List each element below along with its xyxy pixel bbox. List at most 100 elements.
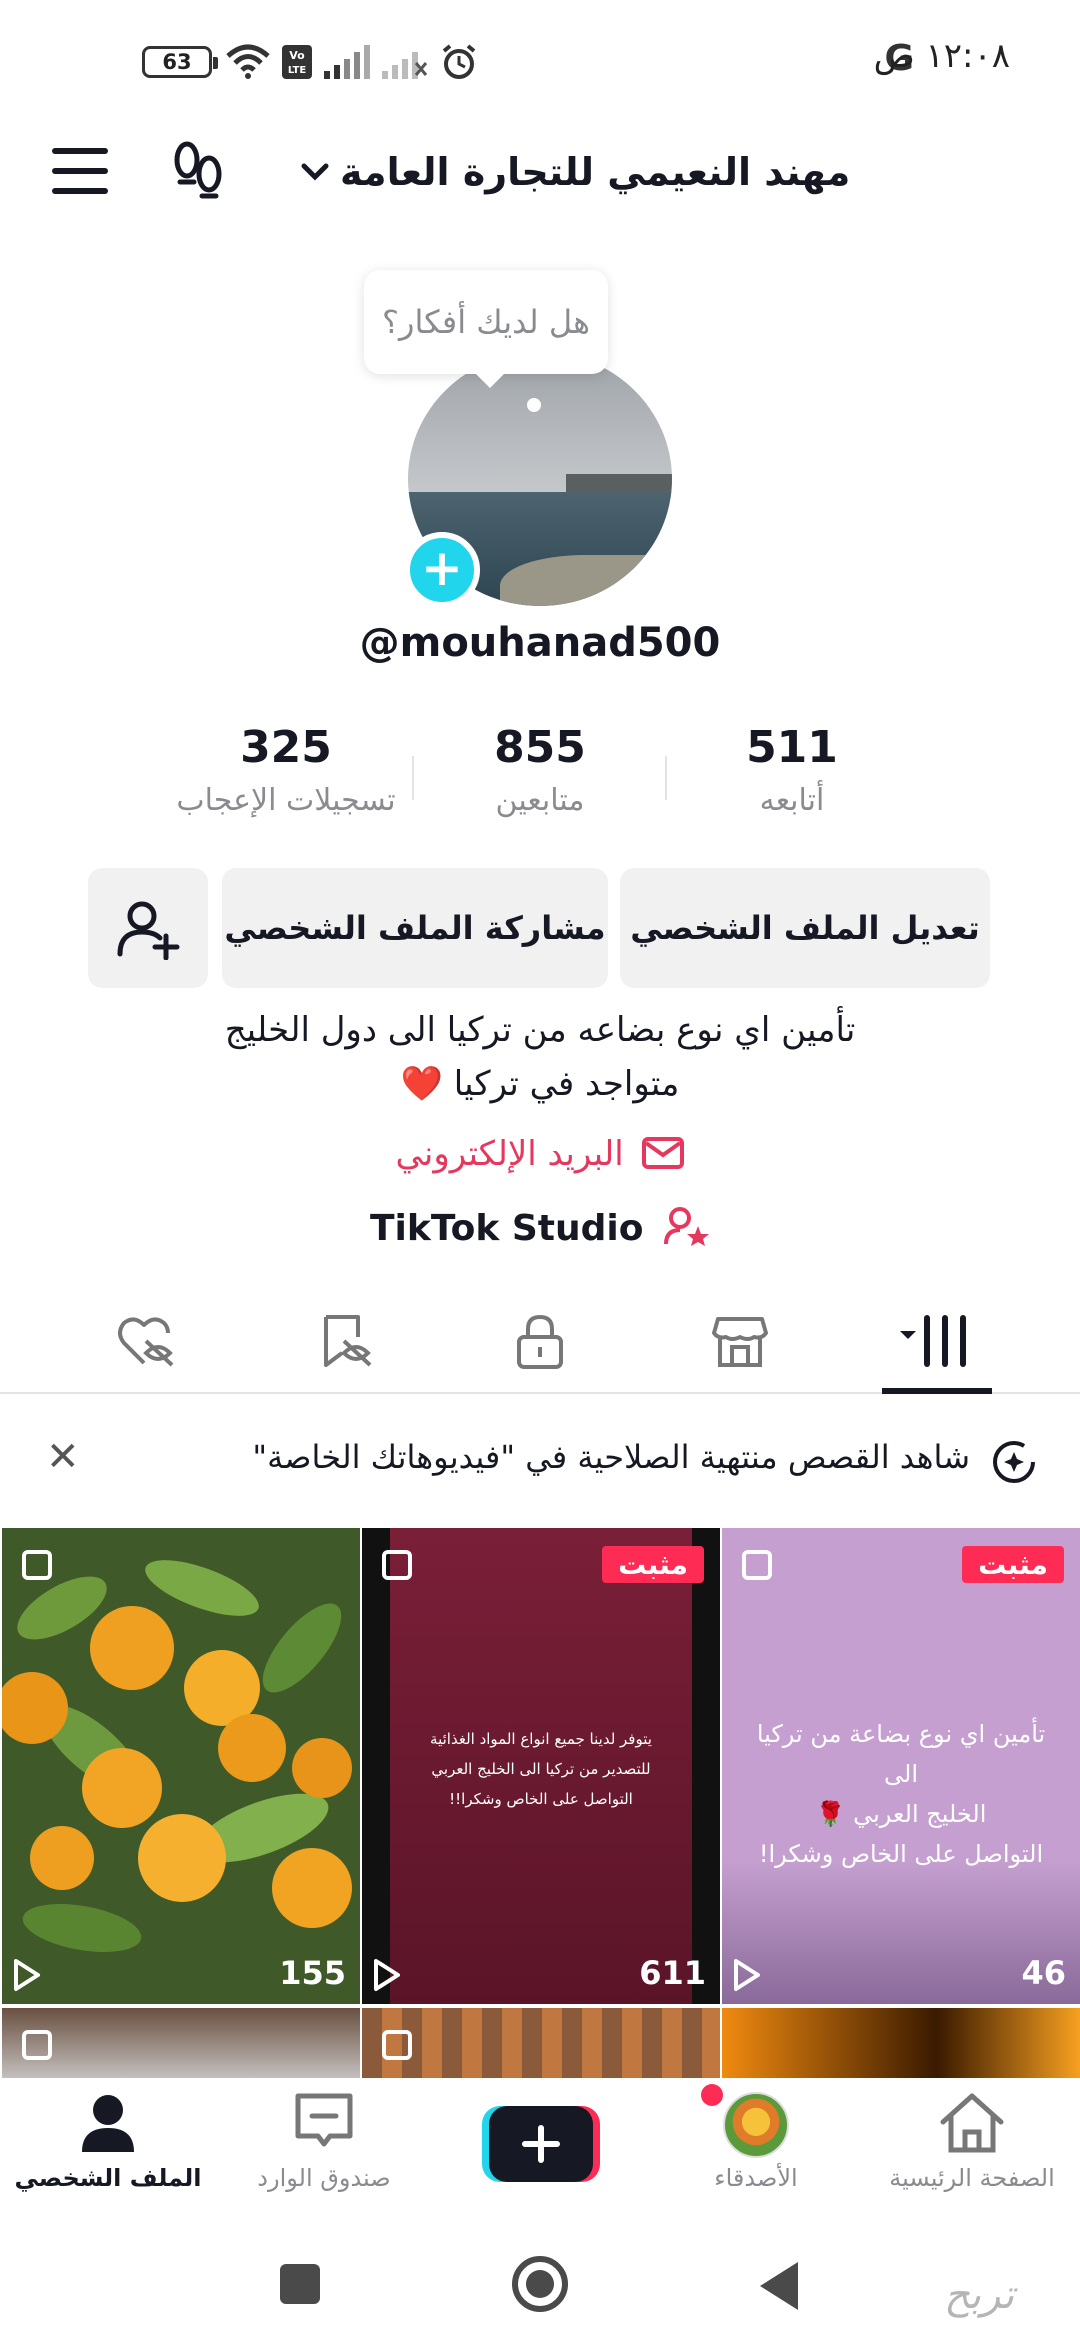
following-count: 511 bbox=[746, 722, 838, 773]
inbox-icon bbox=[295, 2093, 353, 2147]
account-switcher[interactable]: مهند النعيمي للتجارة العامة bbox=[300, 142, 850, 202]
nav-inbox[interactable]: صندوق الوارد bbox=[224, 2092, 424, 2192]
view-count: 611 bbox=[639, 1954, 706, 1992]
video-grid: مثبت تأمين اي نوع بضاعة من تركيا الى الخ… bbox=[0, 1528, 1080, 2088]
video-thumbnail[interactable] bbox=[722, 2008, 1080, 2088]
caption-line: تأمين اي نوع بضاعة من تركيا الى bbox=[756, 1720, 1046, 1788]
caption-line: التواصل على الخاص وشكرا! bbox=[758, 1840, 1044, 1868]
tab-liked[interactable] bbox=[86, 1304, 206, 1378]
status-icons: Vo LTE bbox=[226, 42, 478, 82]
nav-friends[interactable]: الأصدقاء bbox=[656, 2092, 856, 2192]
tab-shop[interactable] bbox=[680, 1304, 800, 1378]
profile-stats: 511 أتابعه 855 متابعين 325 تسجيلات الإعج… bbox=[0, 722, 1080, 832]
thoughts-bubble[interactable]: هل لديك أفكار؟ bbox=[364, 270, 608, 388]
likes-stat[interactable]: 325 تسجيلات الإعجاب bbox=[166, 722, 406, 818]
home-button[interactable] bbox=[512, 2256, 568, 2312]
video-thumbnail[interactable] bbox=[362, 2008, 720, 2088]
battery-icon: 63 bbox=[142, 46, 218, 78]
multi-clip-icon bbox=[742, 1550, 772, 1580]
video-thumbnail[interactable] bbox=[2, 2008, 360, 2088]
expired-stories-banner[interactable]: شاهد القصص منتهية الصلاحية في "فيديوهاتك… bbox=[0, 1410, 1080, 1510]
account-title: مهند النعيمي للتجارة العامة bbox=[340, 150, 851, 194]
avatar-rock bbox=[500, 555, 672, 606]
watermark: تربح bbox=[944, 2272, 1015, 2318]
footprint-icon[interactable] bbox=[168, 140, 228, 200]
nav-friends-label: الأصدقاء bbox=[714, 2164, 798, 2192]
studio-label: TikTok Studio bbox=[370, 1208, 644, 1249]
following-label: أتابعه bbox=[759, 783, 825, 818]
pinned-badge: مثبت bbox=[962, 1546, 1064, 1583]
notification-dot bbox=[701, 2084, 723, 2106]
multi-clip-icon bbox=[382, 2030, 412, 2060]
likes-count: 325 bbox=[240, 722, 332, 773]
view-count: 46 bbox=[1021, 1954, 1066, 1992]
close-icon[interactable]: ✕ bbox=[46, 1434, 80, 1480]
video-caption: يتوفر لدينا جميع انواع المواد الغذائية ل… bbox=[380, 1724, 702, 1814]
nav-inbox-label: صندوق الوارد bbox=[257, 2164, 391, 2192]
email-label: البريد الإلكتروني bbox=[395, 1134, 624, 1174]
add-story-button[interactable]: + bbox=[404, 532, 480, 608]
nav-profile[interactable]: الملف الشخصي bbox=[8, 2092, 208, 2192]
play-icon bbox=[374, 1959, 400, 1991]
bubble-dot bbox=[527, 398, 541, 412]
sparkle-story-icon bbox=[993, 1441, 1035, 1483]
menu-icon[interactable] bbox=[52, 148, 108, 194]
heart-hidden-icon bbox=[118, 1317, 174, 1367]
tiktok-studio-link[interactable]: TikTok Studio bbox=[0, 1206, 1080, 1249]
email-link[interactable]: البريد الإلكتروني bbox=[0, 1134, 1080, 1174]
caption-line: التواصل على الخاص وشكرا!! bbox=[449, 1790, 633, 1808]
profile-icon bbox=[82, 2095, 134, 2152]
caption-line: الخليج العربي 🌹 bbox=[815, 1800, 987, 1828]
video-thumbnail[interactable]: 155 bbox=[2, 1528, 360, 2004]
shop-icon bbox=[712, 1317, 768, 1367]
tab-videos[interactable] bbox=[876, 1304, 996, 1378]
bio-line-1: تأمين اي نوع بضاعه من تركيا الى دول الخل… bbox=[224, 1010, 856, 1050]
banner-text: شاهد القصص منتهية الصلاحية في "فيديوهاتك… bbox=[252, 1438, 970, 1476]
add-user-icon bbox=[117, 901, 180, 961]
tab-private[interactable] bbox=[480, 1304, 600, 1378]
friends-avatar bbox=[723, 2092, 789, 2158]
home-icon bbox=[940, 2093, 1004, 2153]
followers-stat[interactable]: 855 متابعين bbox=[420, 722, 660, 818]
nav-home[interactable]: الصفحة الرئيسية bbox=[872, 2092, 1072, 2192]
videos-grid-icon bbox=[900, 1315, 966, 1367]
mail-icon bbox=[642, 1137, 685, 1169]
tab-favorites[interactable] bbox=[286, 1304, 406, 1378]
nav-profile-label: الملف الشخصي bbox=[14, 2164, 202, 2192]
caption-line: للتصدير من تركيا الى الخليج العربي bbox=[431, 1760, 651, 1778]
caption-line: يتوفر لدينا جميع انواع المواد الغذائية bbox=[430, 1730, 652, 1748]
video-thumbnail[interactable]: مثبت يتوفر لدينا جميع انواع المواد الغذا… bbox=[362, 1528, 720, 2004]
video-thumbnail[interactable]: مثبت تأمين اي نوع بضاعة من تركيا الى الخ… bbox=[722, 1528, 1080, 2004]
back-button[interactable] bbox=[760, 2262, 798, 2310]
stat-divider bbox=[665, 756, 667, 800]
signal-icon bbox=[324, 45, 370, 79]
likes-label: تسجيلات الإعجاب bbox=[176, 783, 396, 818]
svg-text:LTE: LTE bbox=[288, 65, 307, 76]
active-tab-indicator bbox=[882, 1388, 992, 1394]
edit-profile-button[interactable]: تعديل الملف الشخصي bbox=[620, 868, 990, 988]
video-caption: تأمين اي نوع بضاعة من تركيا الى الخليج ا… bbox=[740, 1714, 1062, 1874]
profile-header: مهند النعيمي للتجارة العامة bbox=[0, 120, 1080, 220]
recent-apps-button[interactable] bbox=[280, 2264, 320, 2304]
system-nav: تربح bbox=[0, 2228, 1080, 2340]
bottom-nav: الصفحة الرئيسية الأصدقاء صندوق الوارد ال… bbox=[0, 2078, 1080, 2228]
wifi-icon bbox=[226, 44, 270, 79]
add-friends-button[interactable] bbox=[88, 868, 208, 988]
multi-clip-icon bbox=[22, 1550, 52, 1580]
multi-clip-icon bbox=[22, 2030, 52, 2060]
pinned-badge: مثبت bbox=[602, 1546, 704, 1583]
multi-clip-icon bbox=[382, 1550, 412, 1580]
status-time: ١٢:٠٨ ص bbox=[873, 36, 1010, 76]
stat-divider bbox=[412, 756, 414, 800]
status-bar: 63 Vo LTE G ١٢:٠٨ ص bbox=[0, 0, 1080, 120]
view-count: 155 bbox=[279, 1954, 346, 1992]
create-button[interactable] bbox=[482, 2106, 600, 2182]
battery-level: 63 bbox=[162, 50, 192, 74]
chevron-down-icon bbox=[301, 163, 329, 181]
following-stat[interactable]: 511 أتابعه bbox=[672, 722, 912, 818]
creator-star-icon bbox=[663, 1207, 709, 1246]
svg-text:Vo: Vo bbox=[289, 49, 305, 62]
bio-line-2: متواجد في تركيا ❤️ bbox=[400, 1064, 680, 1104]
share-profile-button[interactable]: مشاركة الملف الشخصي bbox=[222, 868, 608, 988]
followers-label: متابعين bbox=[495, 783, 585, 818]
